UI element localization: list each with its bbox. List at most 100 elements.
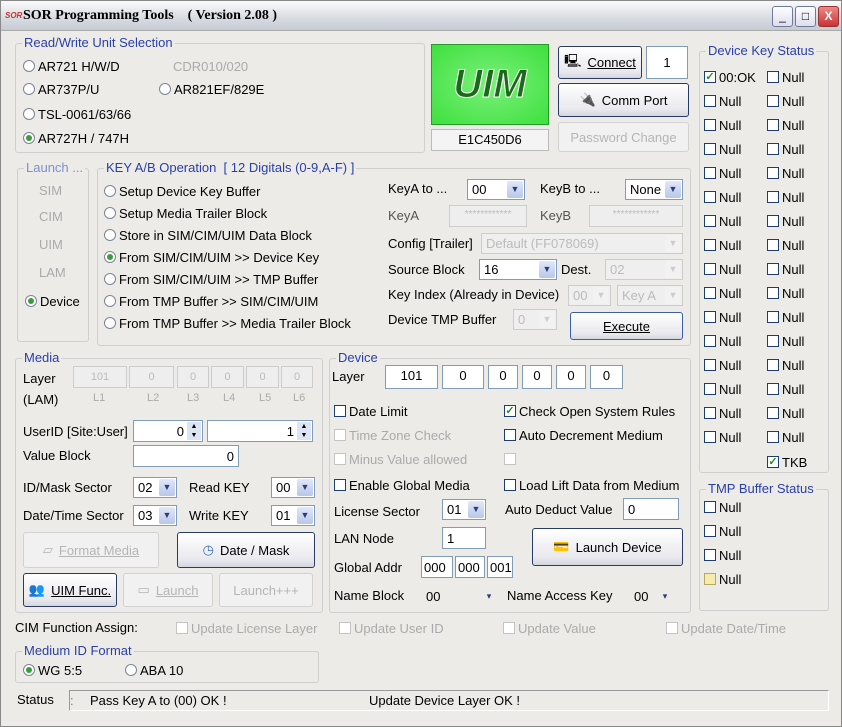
key-status-col2-16[interactable]: ✓ TKB (767, 454, 807, 470)
radio-op-0[interactable]: Setup Device Key Buffer (104, 183, 260, 199)
key-status-col2-8[interactable]: Null (767, 261, 804, 277)
key-status-col2-4[interactable]: Null (767, 165, 804, 181)
global-addr-field-1[interactable]: 000 (421, 556, 453, 578)
radio-op-1[interactable]: Setup Media Trailer Block (104, 205, 267, 221)
radio-ar737[interactable]: AR737P/U (23, 81, 99, 97)
comm-port-button[interactable]: 🔌 Comm Port (558, 83, 689, 117)
keya-to-select[interactable]: 00 ▼ (467, 179, 525, 200)
key-status-col2-12[interactable]: Null (767, 357, 804, 373)
device-layer-field-1[interactable]: 101 (385, 365, 438, 389)
device-layer-field-2[interactable]: 0 (442, 365, 484, 389)
key-type-select[interactable]: Key A ▼ (617, 285, 683, 306)
tmp-buffer-0[interactable]: Null (704, 499, 741, 515)
keyb-field[interactable]: ************ (589, 205, 683, 227)
key-status-col1-1[interactable]: Null (704, 93, 741, 109)
license-sector-select[interactable]: 01 ▼ (442, 499, 486, 520)
tmp-buffer-3[interactable]: Null (704, 571, 741, 587)
radio-device[interactable]: Device (25, 293, 80, 309)
checkbox-enable-global[interactable]: Enable Global Media (334, 477, 470, 493)
radio-op-2[interactable]: Store in SIM/CIM/UIM Data Block (104, 227, 312, 243)
launch-device-button[interactable]: 💳 Launch Device (532, 528, 683, 566)
device-layer-field-5[interactable]: 0 (556, 365, 586, 389)
writekey-select[interactable]: 01 ▼ (271, 505, 315, 526)
key-status-col2-11[interactable]: Null (767, 333, 804, 349)
checkbox-load-lift[interactable]: Load Lift Data from Medium (504, 477, 679, 493)
radio-wg55[interactable]: WG 5:5 (23, 662, 82, 678)
radio-op-3[interactable]: From SIM/CIM/UIM >> Device Key (104, 249, 319, 265)
checkbox-check-open[interactable]: ✓ Check Open System Rules (504, 403, 675, 419)
radio-tsl[interactable]: TSL-0061/63/66 (23, 106, 131, 122)
key-index-select[interactable]: 00 ▼ (568, 285, 611, 306)
device-layer-field-3[interactable]: 0 (488, 365, 518, 389)
key-status-col2-1[interactable]: Null (767, 93, 804, 109)
source-block-select[interactable]: 16 ▼ (479, 259, 557, 280)
name-access-select[interactable]: 00 ▾ (629, 586, 675, 607)
auto-deduct-field[interactable]: 0 (623, 498, 679, 520)
device-layer-field-6[interactable]: 0 (590, 365, 623, 389)
launch-button[interactable]: ▭ Launch (123, 573, 213, 607)
spin-arrows-icon[interactable]: ▲ ▼ (297, 422, 311, 440)
key-status-col2-15[interactable]: Null (767, 429, 804, 445)
key-status-col2-14[interactable]: Null (767, 405, 804, 421)
keya-field[interactable]: ************ (449, 205, 527, 227)
spin-arrows-icon[interactable]: ▲ ▼ (187, 422, 201, 440)
key-status-col1-5[interactable]: Null (704, 189, 741, 205)
key-status-col2-2[interactable]: Null (767, 117, 804, 133)
device-layer-field-4[interactable]: 0 (522, 365, 552, 389)
readkey-select[interactable]: 00 ▼ (271, 477, 315, 498)
config-select[interactable]: Default (FF078069) ▼ (481, 233, 683, 254)
port-number-field[interactable]: 1 (646, 46, 688, 79)
site-spinner[interactable]: 0 ▲ ▼ (133, 420, 203, 442)
checkbox-auto-dec[interactable]: Auto Decrement Medium (504, 427, 663, 443)
key-status-col1-15[interactable]: Null (704, 429, 741, 445)
radio-op-4[interactable]: From SIM/CIM/UIM >> TMP Buffer (104, 271, 318, 287)
key-status-col2-0[interactable]: Null (767, 69, 804, 85)
key-status-col1-8[interactable]: Null (704, 261, 741, 277)
key-status-col1-3[interactable]: Null (704, 141, 741, 157)
value-block-field[interactable]: 0 (133, 445, 239, 467)
key-status-col1-11[interactable]: Null (704, 333, 741, 349)
key-status-col1-4[interactable]: Null (704, 165, 741, 181)
user-spinner[interactable]: 1 ▲ ▼ (207, 420, 313, 442)
dest-select[interactable]: 02 ▼ (605, 259, 683, 280)
key-status-col1-12[interactable]: Null (704, 357, 741, 373)
close-button[interactable]: X (818, 6, 839, 27)
date-mask-button[interactable]: ◷ Date / Mask (177, 532, 315, 568)
name-block-select[interactable]: 00 ▾ (421, 586, 499, 607)
password-change-button[interactable]: Password Change (558, 122, 689, 152)
lan-node-field[interactable]: 1 (442, 527, 486, 549)
radio-aba10[interactable]: ABA 10 (125, 662, 183, 678)
key-status-col2-13[interactable]: Null (767, 381, 804, 397)
execute-button[interactable]: Execute (570, 312, 683, 340)
radio-ar727h[interactable]: AR727H / 747H (23, 130, 129, 146)
connect-button[interactable]: 🖳 Connect (558, 46, 642, 79)
checkbox-date-limit[interactable]: Date Limit (334, 403, 408, 419)
tmp-buffer-1[interactable]: Null (704, 523, 741, 539)
global-addr-field-2[interactable]: 000 (455, 556, 485, 578)
key-status-col1-14[interactable]: Null (704, 405, 741, 421)
key-status-col1-10[interactable]: Null (704, 309, 741, 325)
key-status-col2-7[interactable]: Null (767, 237, 804, 253)
key-status-col2-10[interactable]: Null (767, 309, 804, 325)
radio-op-5[interactable]: From TMP Buffer >> SIM/CIM/UIM (104, 293, 318, 309)
key-status-col1-6[interactable]: Null (704, 213, 741, 229)
key-status-col2-3[interactable]: Null (767, 141, 804, 157)
key-status-col2-5[interactable]: Null (767, 189, 804, 205)
uim-func-button[interactable]: 👥 UIM Func. (23, 573, 117, 607)
radio-ar821[interactable]: AR821EF/829E (159, 81, 264, 97)
launch-plus-button[interactable]: Launch+++ (219, 573, 313, 607)
maximize-button[interactable]: □ (795, 6, 816, 27)
format-media-button[interactable]: ▱ Format Media (23, 532, 159, 568)
global-addr-field-3[interactable]: 001 (487, 556, 513, 578)
tmp-buffer-select[interactable]: 0 ▼ (513, 309, 557, 330)
datetime-select[interactable]: 03 ▼ (133, 505, 177, 526)
key-status-col1-9[interactable]: Null (704, 285, 741, 301)
tmp-buffer-2[interactable]: Null (704, 547, 741, 563)
key-status-col1-2[interactable]: Null (704, 117, 741, 133)
keyb-to-select[interactable]: None ▼ (625, 179, 683, 200)
radio-ar721[interactable]: AR721 H/W/D (23, 58, 120, 74)
key-status-col1-0[interactable]: ✓ 00:OK (704, 69, 756, 85)
minimize-button[interactable]: _ (772, 6, 793, 27)
key-status-col2-6[interactable]: Null (767, 213, 804, 229)
key-status-col1-7[interactable]: Null (704, 237, 741, 253)
